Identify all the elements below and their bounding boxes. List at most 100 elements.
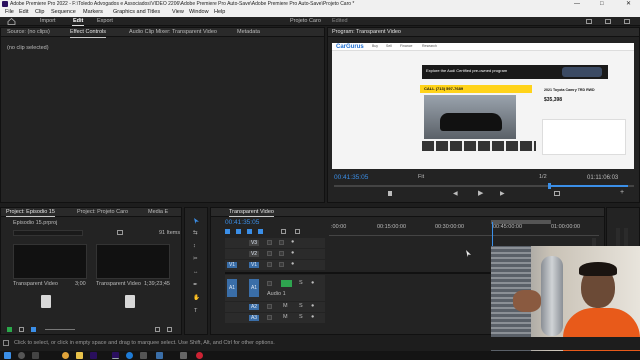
- icon-view-icon[interactable]: [31, 327, 36, 332]
- edge-icon[interactable]: [126, 352, 133, 359]
- play-icon[interactable]: ▶: [478, 190, 483, 197]
- sync-lock-icon[interactable]: [279, 240, 284, 245]
- lock-icon[interactable]: [267, 240, 272, 245]
- home-icon[interactable]: [7, 18, 16, 25]
- work-area-bar[interactable]: [491, 220, 551, 224]
- linked-selection-icon[interactable]: [247, 229, 252, 234]
- tab-media-browser[interactable]: Media E: [148, 209, 168, 216]
- sync-lock-icon[interactable]: [279, 262, 284, 267]
- resolution-dropdown[interactable]: 1/2: [539, 174, 547, 181]
- step-back-icon[interactable]: ◀: [453, 191, 458, 197]
- menu-edit[interactable]: Edit: [19, 9, 28, 16]
- settings-wrench-icon[interactable]: [281, 229, 286, 234]
- selection-tool-icon[interactable]: [194, 218, 199, 224]
- solo-button[interactable]: S: [299, 314, 303, 321]
- search-icon[interactable]: [18, 352, 25, 359]
- tab-source[interactable]: Source: (no clips): [7, 29, 50, 36]
- voiceover-mic-icon[interactable]: ●: [311, 280, 314, 287]
- slip-tool-icon[interactable]: ↔: [193, 269, 199, 276]
- premiere-taskbar-icon[interactable]: [112, 352, 119, 359]
- tab-sequence[interactable]: Transparent Video: [229, 209, 274, 217]
- mute-button[interactable]: M: [283, 303, 288, 310]
- tab-export[interactable]: Export: [97, 18, 113, 25]
- track-header-a3[interactable]: A3 M S ●: [225, 313, 325, 323]
- mute-button[interactable]: M: [283, 314, 288, 321]
- chrome-icon[interactable]: [62, 352, 69, 359]
- panels-icon[interactable]: [605, 19, 611, 24]
- eye-icon[interactable]: ●: [291, 239, 294, 246]
- track-label-v2[interactable]: V2: [249, 251, 259, 257]
- lock-icon[interactable]: [267, 281, 272, 286]
- fullscreen-icon[interactable]: [624, 19, 630, 24]
- lock-icon[interactable]: [267, 262, 272, 267]
- source-patch-v1[interactable]: V1: [227, 262, 237, 268]
- tab-project-caro[interactable]: Project: Projeto Caro: [77, 209, 128, 216]
- tab-audio-clip-mixer[interactable]: Audio Clip Mixer: Transparent Video: [129, 29, 217, 36]
- file-explorer-icon[interactable]: [76, 352, 83, 359]
- new-item-icon[interactable]: [155, 327, 160, 332]
- quick-export-icon[interactable]: [586, 19, 592, 24]
- project-item-1[interactable]: [13, 244, 87, 279]
- voiceover-mic-icon[interactable]: ●: [311, 314, 314, 321]
- track-select-tool-icon[interactable]: ⇆: [193, 230, 198, 237]
- eye-icon[interactable]: ●: [291, 261, 294, 268]
- track-label-a1[interactable]: A1: [249, 279, 259, 297]
- tab-project-episodio[interactable]: Project: Episodio 15: [6, 209, 55, 217]
- menu-file[interactable]: File: [5, 9, 14, 16]
- app-icon[interactable]: [156, 352, 163, 359]
- menu-sequence[interactable]: Sequence: [51, 9, 76, 16]
- type-tool-icon[interactable]: T: [194, 308, 197, 315]
- track-label-a2[interactable]: A2: [249, 304, 259, 310]
- track-label-v3[interactable]: V3: [249, 240, 259, 246]
- pen-tool-icon[interactable]: ✒: [193, 282, 198, 289]
- task-view-icon[interactable]: [32, 352, 39, 359]
- minimize-icon[interactable]: —: [574, 1, 580, 7]
- program-timecode[interactable]: 00:41:35:05: [334, 174, 368, 182]
- tab-effect-controls[interactable]: Effect Controls: [70, 29, 106, 38]
- ripple-edit-tool-icon[interactable]: ↕: [193, 243, 196, 250]
- eye-icon[interactable]: ●: [291, 250, 294, 257]
- snap-icon[interactable]: [236, 229, 241, 234]
- close-icon[interactable]: ✕: [626, 1, 631, 7]
- project-item-2[interactable]: [96, 244, 170, 279]
- windows-start-icon[interactable]: [4, 352, 11, 359]
- add-button-icon[interactable]: +: [620, 189, 624, 196]
- app-icon[interactable]: [180, 352, 187, 359]
- track-header-a1[interactable]: A1 A1 S ● Audio 1: [225, 275, 325, 301]
- lock-icon[interactable]: [267, 304, 272, 309]
- zoom-slider[interactable]: [45, 329, 75, 330]
- camera-icon[interactable]: [554, 191, 560, 196]
- hand-tool-icon[interactable]: ✋: [193, 295, 200, 302]
- step-forward-icon[interactable]: ▶: [500, 191, 505, 197]
- lock-icon[interactable]: [267, 251, 272, 256]
- nest-icon[interactable]: [225, 229, 230, 234]
- track-header-v1[interactable]: V1 V1 ●: [225, 260, 325, 270]
- pencil-icon[interactable]: [7, 327, 12, 332]
- time-ruler[interactable]: :00:00 00:15:00:00 00:30:00:00 00:45:00:…: [329, 220, 599, 236]
- tab-edit[interactable]: Edit: [73, 18, 83, 25]
- mute-button[interactable]: [281, 280, 292, 287]
- tab-metadata[interactable]: Metadata: [237, 29, 260, 36]
- menu-graphics[interactable]: Graphics and Titles: [113, 9, 160, 16]
- add-marker-icon[interactable]: [258, 229, 263, 234]
- track-header-v2[interactable]: V2 ●: [225, 249, 325, 259]
- app-icon[interactable]: [196, 352, 203, 359]
- fit-dropdown[interactable]: Fit: [418, 174, 424, 181]
- trash-icon[interactable]: [167, 327, 172, 332]
- menu-clip[interactable]: Clip: [35, 9, 44, 16]
- menu-markers[interactable]: Markers: [83, 9, 103, 16]
- store-icon[interactable]: [140, 352, 147, 359]
- menu-window[interactable]: Window: [189, 9, 209, 16]
- project-search-input[interactable]: [13, 230, 83, 236]
- after-effects-icon[interactable]: [90, 352, 97, 359]
- list-view-icon[interactable]: [19, 327, 24, 332]
- program-scrub-bar[interactable]: [334, 183, 634, 189]
- menu-view[interactable]: View: [172, 9, 184, 16]
- new-bin-icon[interactable]: [117, 230, 123, 235]
- source-patch-a1[interactable]: A1: [227, 279, 237, 297]
- voiceover-mic-icon[interactable]: ●: [311, 303, 314, 310]
- marker-icon[interactable]: [388, 191, 392, 196]
- razor-tool-icon[interactable]: ✂: [193, 256, 198, 263]
- track-label-v1[interactable]: V1: [249, 262, 259, 268]
- track-label-a3[interactable]: A3: [249, 315, 259, 321]
